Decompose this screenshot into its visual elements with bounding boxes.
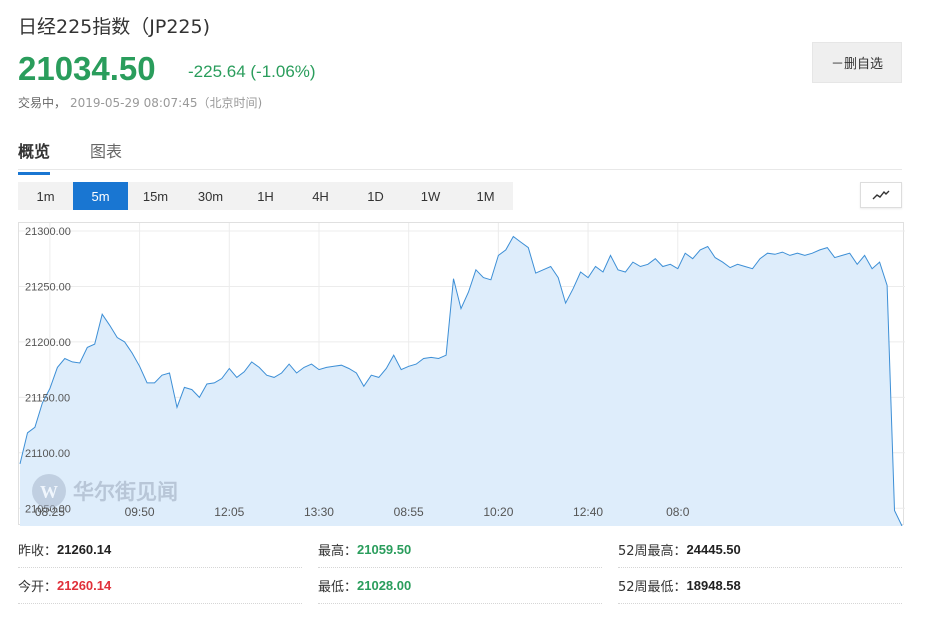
x-tick-label: 09:50 [125,505,155,519]
tab-overview[interactable]: 概览 [18,138,51,175]
x-tick-label: 12:05 [214,505,244,519]
period-15m[interactable]: 15m [128,182,183,210]
stat-value: 24445.50 [686,542,741,557]
period-1w[interactable]: 1W [403,182,458,210]
chart-canvas: 21300.00 21250.00 21200.00 21150.00 21100.00… [19,223,905,526]
stat-label: 昨收： [18,544,58,559]
x-tick-label: 10:20 [483,505,513,519]
stat-label: 52周最低： [618,580,687,595]
chart-type-toggle[interactable] [860,182,902,208]
period-1d[interactable]: 1D [348,182,403,210]
stat-value: 18948.58 [686,578,741,593]
stat-label: 52周最高： [618,544,687,559]
period-1m[interactable]: 1m [18,182,73,210]
period-1h[interactable]: 1H [238,182,293,210]
stat-open: 今开： 21260.14 [18,568,302,604]
price-change: -225.64 (-1.06%) [188,62,316,81]
stat-value: 21059.50 [357,542,412,557]
y-tick-label: 21150.00 [25,392,70,404]
period-5m[interactable]: 5m [73,182,128,210]
watermark-logo-icon: W [40,482,58,502]
y-tick-label: 21300.00 [25,226,71,238]
remove-watchlist-button[interactable]: －删自选 [812,42,902,83]
stat-prev-close: 昨收： 21260.14 [18,532,302,568]
x-tick-label: 13:30 [304,505,334,519]
stat-label: 最高： [318,544,358,559]
period-30m[interactable]: 30m [183,182,238,210]
x-tick-label: 12:40 [573,505,603,519]
watermark-text: 华尔街见闻 [73,480,178,504]
tab-chart[interactable]: 图表 [90,138,122,172]
period-1mo[interactable]: 1M [458,182,513,210]
page-title: 日经225指数（JP225) [18,16,211,38]
x-tick-label: 08:0 [666,505,690,519]
stat-52w-low: 52周最低： 18948.58 [618,568,902,604]
y-tick-label: 21250.00 [25,281,71,293]
period-selector: 1m 5m 15m 30m 1H 4H 1D 1W 1M [18,182,513,210]
x-tick-label: 08:55 [394,505,424,519]
stat-label: 最低： [318,580,358,595]
line-chart-icon [872,190,890,200]
stat-high: 最高： 21059.50 [318,532,602,568]
stat-label: 今开： [18,580,58,595]
stat-low: 最低： 21028.00 [318,568,602,604]
stat-52w-high: 52周最高： 24445.50 [618,532,902,568]
status-label: 交易中， [18,96,67,110]
period-4h[interactable]: 4H [293,182,348,210]
timestamp: 2019-05-29 08:07:45（北京时间) [70,96,263,110]
current-price: 21034.50 [18,50,156,87]
stat-value: 21028.00 [357,578,412,593]
trading-status: 交易中， 2019-05-29 08:07:45（北京时间) [18,94,262,111]
price-chart[interactable]: 21300.00 21250.00 21200.00 21150.00 21100.00… [18,222,905,526]
stat-value: 21260.14 [57,578,112,593]
stat-value: 21260.14 [57,542,112,557]
tab-bar: 概览 图表 [18,132,902,175]
y-tick-label: 21200.00 [25,337,71,349]
y-tick-label: 21100.00 [25,448,70,460]
watermark: W 华尔街见闻 [32,474,178,508]
